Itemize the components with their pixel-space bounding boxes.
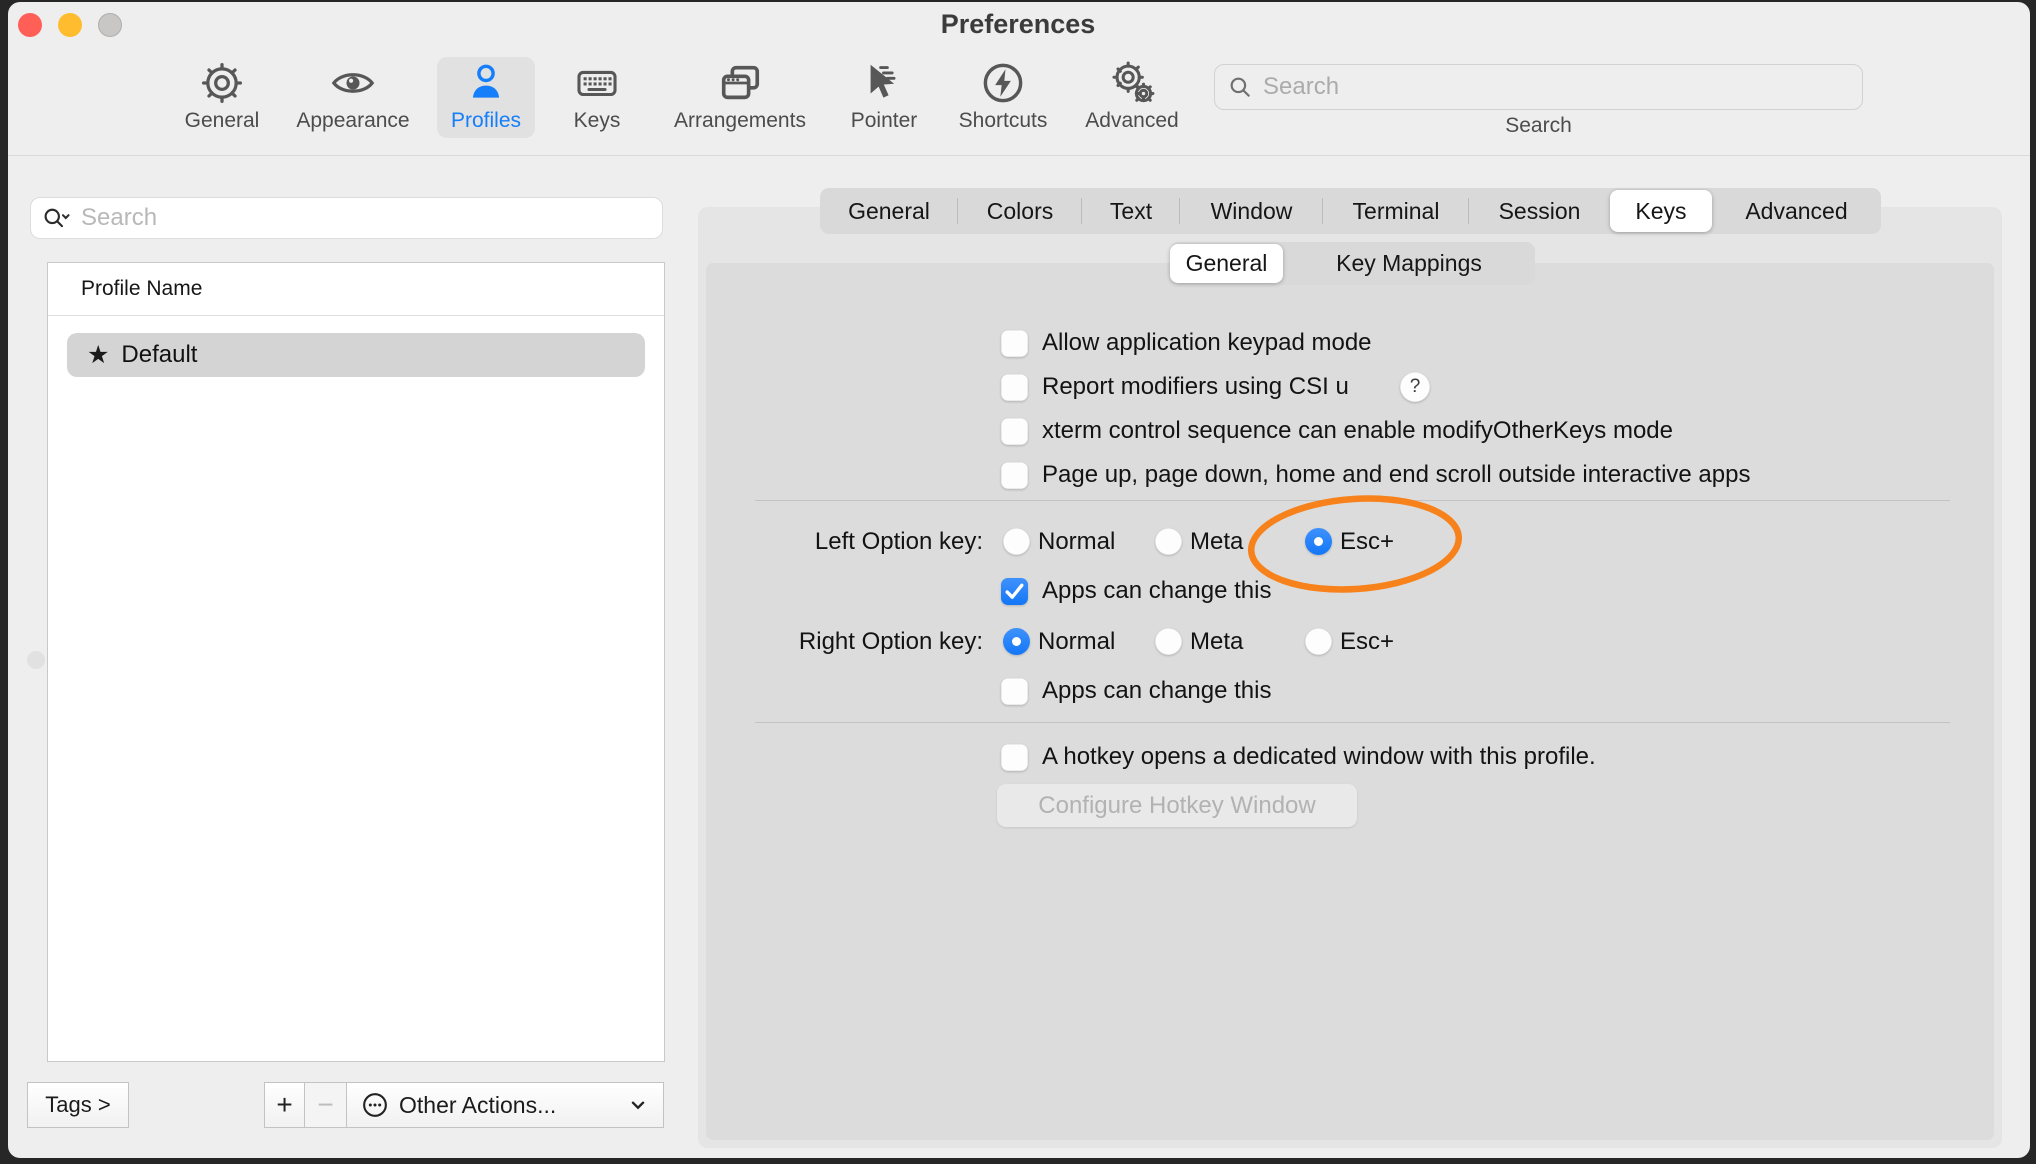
radio-right-meta[interactable]: [1155, 628, 1182, 655]
right-option-key-label: Right Option key:: [683, 628, 983, 656]
other-actions-label: Other Actions...: [399, 1092, 556, 1119]
add-profile-button[interactable]: +: [264, 1082, 305, 1128]
divider: [755, 500, 1950, 501]
profile-list: Profile Name ★ Default: [47, 262, 665, 1062]
windows-icon: [716, 57, 764, 109]
toolbar-search-label: Search: [1214, 114, 1863, 138]
checkbox-left-apps-can-change[interactable]: [1001, 578, 1028, 605]
checkbox-csi-u[interactable]: [1001, 374, 1028, 401]
toolbar-search-input[interactable]: [1263, 73, 1850, 101]
gears-icon: [1108, 57, 1156, 109]
toolbar-search-field[interactable]: [1214, 64, 1863, 110]
checkbox-label: A hotkey opens a dedicated window with t…: [1042, 743, 1596, 771]
checkbox-label: Apps can change this: [1042, 677, 1272, 705]
toolbar-label: General: [185, 109, 260, 133]
tab-terminal[interactable]: Terminal: [1323, 188, 1469, 234]
radio-label: Esc+: [1340, 628, 1394, 656]
radio-left-esc[interactable]: [1305, 528, 1332, 555]
toolbar-label: Arrangements: [674, 109, 806, 133]
tab-keys[interactable]: Keys: [1610, 190, 1712, 232]
tab-general[interactable]: General: [820, 188, 958, 234]
checkbox-hotkey-window[interactable]: [1001, 744, 1028, 771]
subtab-key-mappings[interactable]: Key Mappings: [1283, 242, 1535, 285]
person-icon: [463, 57, 509, 109]
toolbar-label: Keys: [574, 109, 621, 133]
toolbar-label: Advanced: [1085, 109, 1178, 133]
toolbar-label: Appearance: [296, 109, 409, 133]
search-icon: [1227, 74, 1253, 100]
keyboard-icon: [572, 57, 622, 109]
toolbar-item-keys[interactable]: Keys: [552, 57, 642, 138]
tab-window[interactable]: Window: [1180, 188, 1323, 234]
checkbox-label: Page up, page down, home and end scroll …: [1042, 461, 1750, 489]
splitter-handle[interactable]: [27, 651, 45, 669]
radio-right-esc[interactable]: [1305, 628, 1332, 655]
checkbox-right-apps-can-change[interactable]: [1001, 678, 1028, 705]
window-title: Preferences: [0, 9, 2036, 40]
cursor-icon: [861, 57, 907, 109]
checkbox-label: Allow application keypad mode: [1042, 329, 1372, 357]
toolbar-label: Shortcuts: [959, 109, 1048, 133]
star-icon: ★: [87, 343, 109, 368]
bolt-circle-icon: [980, 57, 1026, 109]
profile-search-field[interactable]: [30, 197, 663, 239]
toolbar-item-arrangements[interactable]: Arrangements: [660, 57, 820, 138]
profile-section-tabbar: General Colors Text Window Terminal Sess…: [820, 188, 1881, 234]
other-actions-dropdown[interactable]: Other Actions...: [346, 1082, 664, 1128]
profile-name: Default: [121, 341, 197, 369]
radio-right-normal[interactable]: [1003, 628, 1030, 655]
radio-label: Normal: [1038, 528, 1115, 556]
checkbox-label: xterm control sequence can enable modify…: [1042, 417, 1673, 445]
eye-icon: [328, 57, 378, 109]
subtab-general[interactable]: General: [1170, 244, 1283, 283]
help-button[interactable]: ?: [1400, 372, 1430, 402]
checkbox-label: Apps can change this: [1042, 577, 1272, 605]
left-option-key-label: Left Option key:: [683, 528, 983, 556]
tab-session[interactable]: Session: [1469, 188, 1610, 234]
radio-left-normal[interactable]: [1003, 528, 1030, 555]
profile-row-default[interactable]: ★ Default: [67, 333, 645, 377]
keys-general-pane: [706, 263, 1994, 1140]
checkbox-label: Report modifiers using CSI u: [1042, 373, 1349, 401]
toolbar-item-advanced[interactable]: Advanced: [1068, 57, 1196, 138]
scoped-search-icon: [41, 204, 71, 232]
gear-icon: [199, 57, 245, 109]
keys-subtabbar: General Key Mappings: [1170, 242, 1535, 285]
toolbar-item-pointer[interactable]: Pointer: [829, 57, 939, 138]
tab-text[interactable]: Text: [1082, 188, 1180, 234]
toolbar-item-appearance[interactable]: Appearance: [278, 57, 428, 138]
radio-left-meta[interactable]: [1155, 528, 1182, 555]
divider: [755, 722, 1950, 723]
tab-colors[interactable]: Colors: [958, 188, 1082, 234]
toolbar-item-general[interactable]: General: [167, 57, 277, 138]
radio-label: Meta: [1190, 528, 1243, 556]
ellipsis-circle-icon: [361, 1091, 389, 1119]
remove-profile-button[interactable]: −: [304, 1082, 347, 1128]
tags-button[interactable]: Tags >: [27, 1082, 129, 1128]
radio-label: Esc+: [1340, 528, 1394, 556]
checkbox-modify-other-keys[interactable]: [1001, 418, 1028, 445]
tab-advanced[interactable]: Advanced: [1712, 188, 1881, 234]
configure-hotkey-window-button[interactable]: Configure Hotkey Window: [997, 784, 1357, 827]
toolbar-label: Profiles: [451, 109, 521, 133]
toolbar-item-shortcuts[interactable]: Shortcuts: [943, 57, 1063, 138]
toolbar-divider: [8, 155, 2030, 156]
radio-label: Meta: [1190, 628, 1243, 656]
radio-label: Normal: [1038, 628, 1115, 656]
checkbox-scroll-outside[interactable]: [1001, 462, 1028, 489]
screen: Preferences General Appearance Profiles: [0, 0, 2036, 1164]
toolbar-item-profiles[interactable]: Profiles: [437, 57, 535, 138]
checkbox-keypad-mode[interactable]: [1001, 330, 1028, 357]
toolbar-label: Pointer: [851, 109, 918, 133]
profile-search-input[interactable]: [81, 204, 652, 232]
profile-list-header: Profile Name: [48, 263, 664, 316]
chevron-down-icon: [627, 1094, 649, 1116]
